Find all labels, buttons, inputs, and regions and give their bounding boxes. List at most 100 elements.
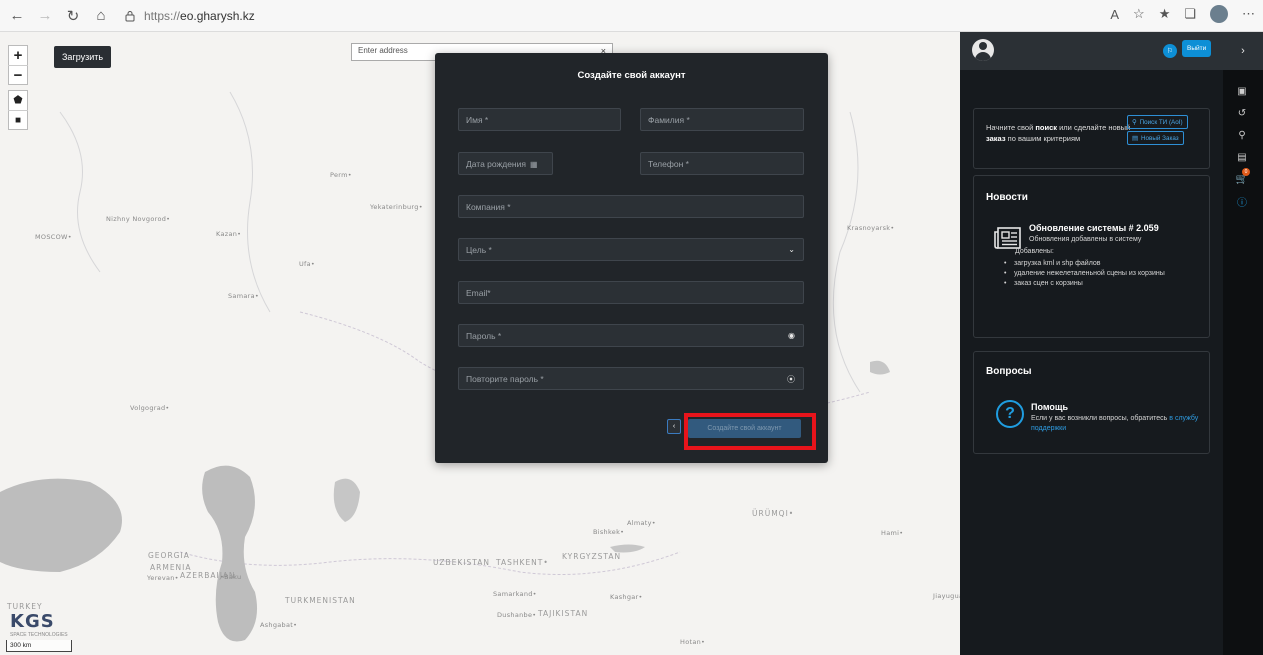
password-repeat-placeholder: Повторите пароль *	[466, 374, 544, 384]
map-label: Kashgar•	[610, 593, 643, 601]
news-title: Обновление системы # 2.059	[1029, 223, 1159, 233]
draw-polygon-icon[interactable]: ⬟	[8, 91, 28, 110]
news-list: загрузка kml и shp файлов удаление нежел…	[1004, 259, 1199, 289]
first-name-field[interactable]: Имя *	[458, 108, 621, 131]
read-aloud-icon[interactable]: A	[1110, 7, 1119, 22]
map-label: Almaty•	[627, 519, 656, 527]
password-placeholder: Пароль *	[466, 331, 502, 341]
document-icon: ▤	[1132, 134, 1138, 142]
map-label: Ufa•	[299, 260, 316, 268]
layers-icon[interactable]: ▣	[1235, 84, 1249, 98]
forward-arrow-icon[interactable]: →	[34, 5, 56, 27]
url-host: eo.gharysh.kz	[180, 8, 255, 23]
email-field[interactable]: Email*	[458, 281, 804, 304]
language-icon[interactable]: ⚐	[1163, 44, 1177, 58]
panel-header: ⚐ Выйти	[960, 32, 1223, 70]
url-scheme: https://	[144, 8, 181, 23]
collections-icon[interactable]: ❏	[1184, 6, 1196, 22]
password-field[interactable]: Пароль * ◉	[458, 324, 804, 347]
search-icon: ⚲	[1132, 118, 1137, 126]
search-order-text: Начните свой поиск или сделайте новый за…	[986, 123, 1131, 143]
history-icon[interactable]: ↺	[1235, 106, 1249, 120]
map-label: TASHKENT•	[496, 558, 549, 567]
map-label: Ashgabat•	[260, 621, 298, 629]
side-toolbar: › ▣ ↺ ⚲ ▤ 🛒 0 ⓘ	[1223, 32, 1263, 655]
modal-title: Создайте свой аккаунт	[577, 70, 686, 81]
zoom-out-button[interactable]: −	[8, 65, 28, 84]
map-label: Jiayuguan	[933, 592, 960, 600]
right-panel: ⚐ Выйти Начните свой поиск или сделайте …	[960, 32, 1223, 655]
list-item: заказ сцен с корзины	[1004, 279, 1199, 289]
new-order-button[interactable]: ▤ Новый Заказ	[1127, 131, 1184, 145]
new-order-label: Новый Заказ	[1140, 134, 1179, 142]
list-item: загрузка kml и shp файлов	[1004, 259, 1199, 269]
address-search-placeholder: Enter address	[358, 46, 408, 55]
last-name-field[interactable]: Фамилия *	[640, 108, 804, 131]
home-icon[interactable]: ⌂	[90, 5, 112, 27]
search-aoi-button[interactable]: ⚲ Поиск ТИ (AoI)	[1127, 115, 1188, 129]
zoom-control: + −	[8, 45, 28, 85]
help-text: Если у вас возникли вопросы, обратитесь …	[1031, 415, 1199, 432]
map-label: GEORGIA	[148, 551, 190, 560]
draw-control: ⬟ ■	[8, 90, 28, 130]
browser-actions: A ☆ ★ ❏ ⋯	[1110, 5, 1255, 23]
purpose-select[interactable]: Цель * ⌄	[458, 238, 804, 261]
profile-avatar[interactable]	[1210, 5, 1228, 23]
question-icon: ?	[996, 400, 1024, 428]
address-bar[interactable]: https://eo.gharysh.kz	[124, 5, 255, 27]
back-arrow-icon[interactable]: ←	[6, 5, 28, 27]
questions-heading: Вопросы	[986, 366, 1032, 377]
map-label: Perm•	[330, 171, 352, 179]
map-label: Nizhny Novgorod•	[106, 215, 171, 223]
newspaper-icon	[994, 227, 1021, 249]
map-label: KYRGYZSTAN	[562, 552, 622, 561]
calendar-icon[interactable]: ▦	[530, 160, 538, 169]
birth-date-placeholder: Дата рождения	[466, 159, 526, 169]
map-label: TURKMENISTAN	[285, 596, 356, 605]
map-label: Bishkek•	[593, 528, 625, 536]
map-label: Hotan•	[680, 638, 706, 646]
eye-icon[interactable]: ◉	[788, 331, 795, 340]
map-label: Dushanbe•	[497, 611, 537, 619]
search-icon[interactable]: ⚲	[1235, 128, 1249, 142]
user-avatar[interactable]	[972, 39, 994, 61]
phone-field[interactable]: Телефон *	[640, 152, 804, 175]
news-card: Новости Обновление системы # 2.059 Обнов…	[973, 175, 1210, 338]
search-order-card: Начните свой поиск или сделайте новый за…	[973, 108, 1210, 169]
reload-icon[interactable]: ↻	[62, 5, 84, 27]
collapse-chevron-icon[interactable]: ›	[1223, 32, 1263, 70]
orders-icon[interactable]: ▤	[1235, 150, 1249, 164]
first-name-placeholder: Имя *	[466, 115, 489, 125]
browser-toolbar: ← → ↻ ⌂ https://eo.gharysh.kz A ☆ ★ ❏ ⋯	[0, 0, 1263, 32]
more-menu-icon[interactable]: ⋯	[1242, 6, 1255, 22]
eye-off-icon[interactable]: ⦿	[787, 374, 795, 385]
highlight-annotation	[684, 413, 816, 450]
birth-date-field[interactable]: Дата рождения ▦	[458, 152, 553, 175]
map-label: Hami•	[881, 529, 904, 537]
back-button[interactable]: ‹	[667, 419, 681, 434]
map-label: •Baku	[220, 573, 242, 581]
draw-rectangle-icon[interactable]: ■	[8, 110, 28, 129]
password-repeat-field[interactable]: Повторите пароль * ⦿	[458, 367, 804, 390]
company-field[interactable]: Компания *	[458, 195, 804, 218]
cart-count-badge: 0	[1242, 168, 1250, 176]
lock-icon	[125, 10, 135, 21]
questions-card: Вопросы ? Помощь Если у вас возникли воп…	[973, 351, 1210, 454]
upload-button[interactable]: Загрузить	[54, 46, 112, 68]
map-label: Volgograd•	[130, 404, 170, 412]
news-heading: Новости	[986, 192, 1028, 203]
logout-button[interactable]: Выйти	[1182, 40, 1212, 57]
map-label: TAJIKISTAN	[538, 609, 589, 618]
map-label: Samara•	[228, 292, 260, 300]
scale-bar: 300 km	[6, 640, 72, 652]
phone-placeholder: Телефон *	[648, 159, 689, 169]
news-subtitle: Обновления добавлены в систему	[1029, 236, 1142, 243]
favorite-add-icon[interactable]: ☆	[1133, 6, 1145, 22]
zoom-in-button[interactable]: +	[8, 46, 28, 65]
map-label: Yekaterinburg•	[370, 203, 423, 211]
favorites-icon[interactable]: ★	[1159, 6, 1171, 22]
help-icon[interactable]: ⓘ	[1235, 194, 1249, 209]
map-label: Yerevan•	[147, 574, 179, 582]
purpose-placeholder: Цель *	[466, 245, 492, 255]
cart-icon[interactable]: 🛒 0	[1235, 168, 1250, 186]
